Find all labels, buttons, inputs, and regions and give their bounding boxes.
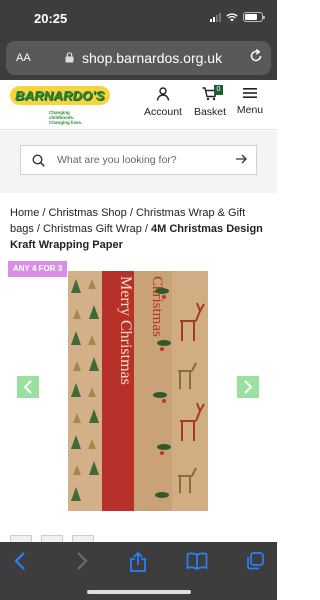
breadcrumb-separator: / [126,207,136,219]
url-text[interactable]: shop.barnardos.org.uk [82,50,222,66]
barnardos-logo[interactable]: BARNARDO'S Changing childhoods. Changing… [10,86,110,125]
site-header: BARNARDO'S Changing childhoods. Changing… [0,80,277,130]
basket-link[interactable]: 0 Basket [192,85,228,118]
status-icons [210,12,265,22]
breadcrumb-home[interactable]: Home [10,207,39,219]
account-link[interactable]: Account [143,87,183,118]
menu-label: Menu [236,104,264,116]
text-size-button[interactable]: AA [16,52,31,64]
chevron-right-icon [244,380,253,394]
account-label: Account [144,106,182,118]
logo-tagline: Changing childhoods. Changing lives. [49,110,83,125]
chevron-left-icon [23,380,32,394]
wifi-icon [226,12,238,21]
tabs-icon[interactable] [245,551,265,571]
carousel-next-button[interactable] [237,376,259,398]
back-icon[interactable] [12,551,30,571]
address-bar[interactable]: AA shop.barnardos.org.uk [6,41,271,75]
breadcrumb-christmas-shop[interactable]: Christmas Shop [49,207,127,219]
signal-icon [210,12,221,22]
browser-top-chrome: 20:25 AA shop.barnardos.org.uk [0,0,277,80]
carousel-prev-button[interactable] [17,376,39,398]
user-icon [156,87,170,101]
search-icon [32,154,45,167]
product-image[interactable]: Merry Christmas Christmas [68,271,208,511]
wrap-strip-trees [68,271,102,511]
breadcrumb-separator: / [39,207,49,219]
search-box[interactable] [20,145,257,175]
hamburger-icon [243,88,257,98]
home-indicator [87,590,191,594]
reload-icon[interactable] [248,48,264,64]
wrap-strip-red-text: Merry Christmas [102,271,134,511]
lock-icon [65,52,74,63]
breadcrumb-separator: / [141,223,152,235]
wrap-text-merry: Merry Christmas [117,276,134,385]
arrow-right-icon[interactable] [235,152,248,166]
text-size-label: AA [16,52,31,64]
logo-wordmark: BARNARDO'S [10,86,110,105]
status-time: 20:25 [34,11,68,26]
wrap-strip-holly: Christmas [134,271,172,511]
bookmarks-icon[interactable] [186,551,208,571]
breadcrumb-separator: / [33,223,44,235]
basket-label: Basket [193,106,227,118]
breadcrumb: Home / Christmas Shop / Christmas Wrap &… [10,205,272,253]
battery-icon [243,12,265,22]
share-icon[interactable] [129,551,147,573]
wrap-strip-reindeer [172,271,208,511]
forward-icon[interactable] [72,551,90,571]
search-input[interactable] [57,146,233,174]
menu-button[interactable]: Menu [235,87,265,116]
promo-badge: ANY 4 FOR 3 [8,261,68,277]
search-section [0,131,277,193]
basket-count-badge: 0 [214,85,223,95]
breadcrumb-christmas-gift-wrap[interactable]: Christmas Gift Wrap [43,223,142,235]
